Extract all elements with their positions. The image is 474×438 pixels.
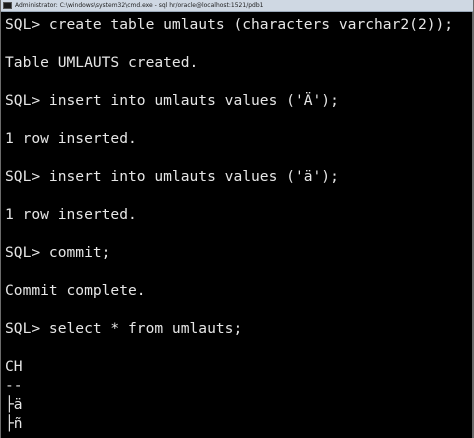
console-line: ├ñ bbox=[5, 415, 23, 432]
cmd-icon bbox=[3, 2, 12, 9]
console-line: 1 row inserted. bbox=[5, 130, 137, 147]
console-output[interactable]: SQL> create table umlauts (characters va… bbox=[1, 12, 473, 438]
console-line: SQL> select * from umlauts; bbox=[5, 320, 243, 337]
console-line: -- bbox=[5, 377, 23, 394]
title-bar[interactable]: Administrator: C:\windows\system32\cmd.e… bbox=[1, 0, 473, 12]
window-title: Administrator: C:\windows\system32\cmd.e… bbox=[15, 2, 264, 9]
console-line: SQL> insert into umlauts values ('Ä'); bbox=[5, 92, 339, 109]
console-line: SQL> create table umlauts (characters va… bbox=[5, 16, 454, 33]
console-line: 1 row inserted. bbox=[5, 206, 137, 223]
console-line: Table UMLAUTS created. bbox=[5, 54, 199, 71]
console-line: SQL> commit; bbox=[5, 244, 111, 261]
console-line: ├ä bbox=[5, 396, 23, 413]
console-line: Commit complete. bbox=[5, 282, 146, 299]
terminal-window: Administrator: C:\windows\system32\cmd.e… bbox=[0, 0, 474, 438]
scrollbar[interactable] bbox=[472, 12, 473, 438]
console-line: SQL> insert into umlauts values ('ä'); bbox=[5, 168, 339, 185]
console-line: CH bbox=[5, 358, 23, 375]
